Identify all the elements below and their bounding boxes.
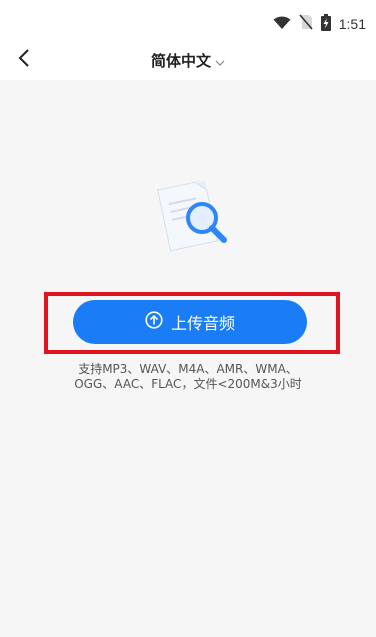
wifi-icon <box>273 15 291 34</box>
supported-formats-line-2: OGG、AAC、FLAC，文件<200M&3小时 <box>74 377 302 391</box>
upload-audio-label: 上传音频 <box>170 314 235 333</box>
document-search-icon <box>150 172 236 262</box>
supported-formats-line-1: 支持MP3、WAV、M4A、AMR、WMA、 <box>78 362 298 376</box>
status-bar: 1:51 <box>0 0 376 42</box>
language-selector[interactable]: 简体中文 <box>0 50 376 71</box>
upload-audio-button[interactable]: 上传音频 <box>73 300 307 344</box>
status-icons: 1:51 <box>273 13 366 35</box>
battery-icon <box>320 13 331 35</box>
supported-formats-text: 支持MP3、WAV、M4A、AMR、WMA、 OGG、AAC、FLAC，文件<2… <box>40 362 336 392</box>
no-sim-icon <box>299 14 313 34</box>
page-title: 简体中文 <box>150 52 211 70</box>
nav-bar: 简体中文 <box>0 42 376 80</box>
status-time: 1:51 <box>338 16 366 32</box>
chevron-down-icon <box>215 51 225 70</box>
upload-arrow-icon <box>145 311 163 333</box>
upload-area <box>0 80 376 637</box>
